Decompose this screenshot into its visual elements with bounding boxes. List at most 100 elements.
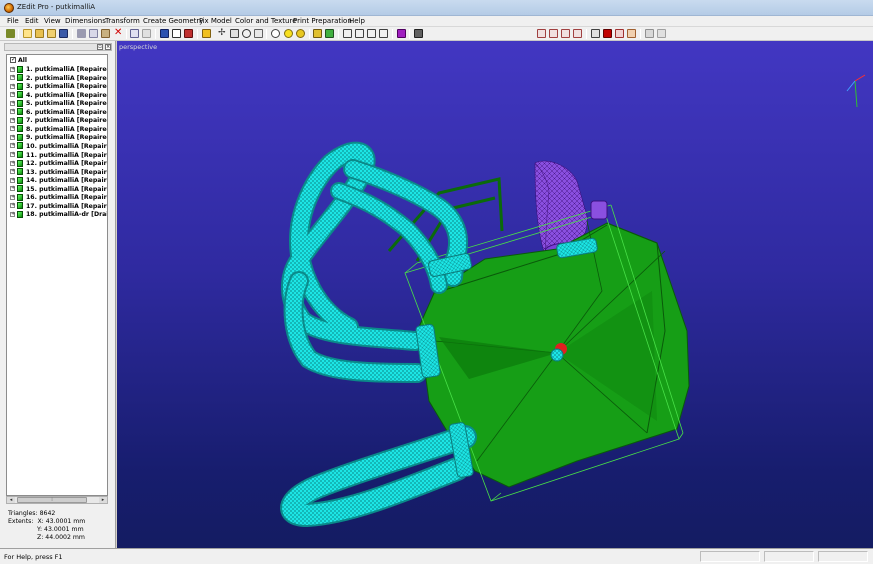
undo-icon[interactable] [130, 29, 139, 38]
tree-horizontal-scrollbar[interactable]: ◂ ⁞ ▸ [6, 496, 108, 504]
mirror-y-icon[interactable] [355, 29, 364, 38]
expand-icon[interactable]: + [10, 109, 15, 115]
mesh-part-icon [17, 185, 23, 193]
tree-item-label: 14. putkimalliA [Repaired] [26, 177, 107, 185]
expand-icon[interactable]: + [10, 177, 15, 183]
print-icon[interactable] [414, 29, 423, 38]
expand-icon[interactable]: + [10, 66, 15, 72]
scroll-left-icon[interactable]: ◂ [7, 497, 15, 503]
expand-icon[interactable]: + [10, 203, 15, 209]
model-render [280, 74, 866, 528]
expand-icon[interactable]: + [10, 186, 15, 192]
cut-icon[interactable] [77, 29, 86, 38]
3d-viewport[interactable]: perspective [117, 41, 873, 548]
split-icon[interactable] [627, 29, 636, 38]
fix-normals-icon[interactable] [537, 29, 546, 38]
menu-create-geometry[interactable]: Create Geometry [143, 17, 203, 25]
zedit-tool-icon[interactable] [6, 29, 15, 38]
tree-item-label: 17. putkimalliA [Repaired] [26, 202, 107, 210]
panel-close-icon[interactable]: × [105, 44, 111, 50]
tree-item-label: 2. putkimalliA [Repaired] [26, 74, 108, 82]
move-icon[interactable]: ✢ [218, 29, 227, 38]
tree-item-label: 4. putkimalliA [Repaired] [26, 91, 108, 99]
mirror-z-icon[interactable] [367, 29, 376, 38]
slice-icon[interactable] [645, 29, 654, 38]
open-model-icon[interactable] [23, 29, 32, 38]
view-top-icon[interactable] [284, 29, 293, 38]
save-icon[interactable] [59, 29, 68, 38]
menu-view[interactable]: View [44, 17, 61, 25]
view-side-icon[interactable] [296, 29, 305, 38]
mesh-part-icon [17, 125, 23, 133]
drain-icon[interactable] [615, 29, 624, 38]
blank-view-icon[interactable] [172, 29, 181, 38]
expand-icon[interactable]: + [10, 100, 15, 106]
menu-print-preparation[interactable]: Print Preparation [293, 17, 352, 25]
toolbar-separator [197, 29, 198, 39]
menu-edit[interactable]: Edit [25, 17, 39, 25]
view-front-icon[interactable] [271, 29, 280, 38]
checkbox[interactable]: ✓ [10, 57, 16, 63]
tree-item-label: 1. putkimalliA [Repaired] [26, 66, 108, 73]
fix-holes-icon[interactable] [549, 29, 558, 38]
extent-z: Z: 44.0002 mm [37, 534, 85, 541]
tree-item-label: 3. putkimalliA [Repaired] [26, 83, 108, 91]
title-bar: ZEdit Pro - putkimalliA [0, 0, 873, 16]
expand-icon[interactable]: + [10, 143, 15, 149]
mesh-part-icon [17, 142, 23, 150]
expand-icon[interactable]: + [10, 169, 15, 175]
menu-help[interactable]: Help [349, 17, 365, 25]
open-folder-icon[interactable] [35, 29, 44, 38]
expand-icon[interactable]: + [10, 126, 15, 132]
toolbar-separator [266, 29, 267, 39]
menu-dimensions[interactable]: Dimensions [65, 17, 106, 25]
expand-icon[interactable]: + [10, 92, 15, 98]
tree-item-label: 15. putkimalliA [Repaired] [26, 185, 107, 193]
menu-file[interactable]: File [7, 17, 19, 25]
wireframe-icon[interactable] [160, 29, 169, 38]
zoom-extents-icon[interactable] [230, 29, 239, 38]
rotate-view-icon[interactable] [254, 29, 263, 38]
shaded-view-icon[interactable] [184, 29, 193, 38]
mirror-x-icon[interactable] [343, 29, 352, 38]
status-pane [764, 551, 814, 562]
panel-restore-icon[interactable]: ▫ [97, 44, 103, 50]
zoom-icon[interactable] [242, 29, 251, 38]
tree-item[interactable]: +18. putkimalliA-dr [Drain] [10, 210, 107, 219]
disabled-tool-icon [657, 29, 666, 38]
paste-icon[interactable] [101, 29, 110, 38]
expand-icon[interactable]: + [10, 117, 15, 123]
fix-edges-icon[interactable] [561, 29, 570, 38]
redo-icon[interactable] [142, 29, 151, 38]
view-iso-icon[interactable] [313, 29, 322, 38]
view-box-icon[interactable] [325, 29, 334, 38]
menu-fix-model[interactable]: Fix Model [199, 17, 232, 25]
expand-icon[interactable]: + [10, 152, 15, 157]
menu-color-and-texture[interactable]: Color and Texture [235, 17, 297, 25]
mesh-part-icon [17, 193, 23, 201]
scroll-thumb[interactable]: ⁞ [17, 497, 87, 503]
status-bar: For Help, press F1 [0, 548, 873, 564]
delete-icon[interactable]: ✕ [114, 28, 123, 38]
select-icon[interactable] [202, 29, 211, 38]
tree-item-label: 9. putkimalliA [Repaired] [26, 134, 108, 142]
expand-icon[interactable]: + [10, 83, 15, 89]
hollow-icon[interactable] [603, 29, 612, 38]
section-icon[interactable] [591, 29, 600, 38]
app-logo-icon [4, 3, 14, 13]
expand-icon[interactable]: + [10, 194, 15, 200]
menu-transform[interactable]: Transform [105, 17, 140, 25]
tree-root-all[interactable]: ✓ All [10, 56, 27, 65]
paint-icon[interactable] [397, 29, 406, 38]
fix-shells-icon[interactable] [573, 29, 582, 38]
expand-icon[interactable]: + [10, 75, 15, 81]
expand-icon[interactable]: + [10, 160, 15, 166]
expand-icon[interactable]: + [10, 134, 15, 140]
scroll-right-icon[interactable]: ▸ [99, 497, 107, 503]
import-icon[interactable] [47, 29, 56, 38]
measure-icon[interactable] [379, 29, 388, 38]
expand-icon[interactable]: + [10, 211, 15, 217]
copy-icon[interactable] [89, 29, 98, 38]
tree-item-label: 7. putkimalliA [Repaired] [26, 117, 108, 125]
toolbar-separator [586, 29, 587, 39]
